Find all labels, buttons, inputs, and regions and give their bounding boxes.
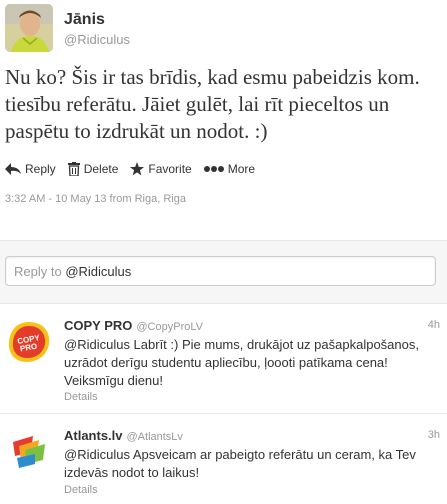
reply-time[interactable]: 3h xyxy=(428,429,440,441)
reply-mention: @Ridiculus xyxy=(65,264,132,279)
star-icon xyxy=(130,162,145,176)
reply-prefix: Reply to xyxy=(14,264,66,279)
reply-author[interactable]: Atlants.lv @AtlantsLv xyxy=(64,428,183,443)
reply-author[interactable]: COPY PRO @CopyProLV xyxy=(64,318,203,333)
delete-button[interactable]: Delete xyxy=(67,162,119,176)
author-name[interactable]: Jānis xyxy=(64,11,105,29)
more-icon xyxy=(203,166,224,172)
trash-icon xyxy=(67,162,80,176)
reply-author-handle[interactable]: @CopyProLV xyxy=(136,321,203,333)
more-label: More xyxy=(227,162,256,176)
tweet-timestamp[interactable]: 3:32 AM - 10 May 13 from Riga, Riga xyxy=(5,193,186,205)
author-avatar[interactable] xyxy=(5,4,53,52)
reply-details-link[interactable]: Details xyxy=(64,484,98,496)
reply-label: Reply xyxy=(25,162,56,176)
tweet-actions: Reply Delete Favorite More xyxy=(5,160,267,178)
favorite-button[interactable]: Favorite xyxy=(130,162,192,176)
reply-input[interactable]: Reply to @Ridiculus xyxy=(5,256,436,286)
more-button[interactable]: More xyxy=(203,162,256,176)
reply-text: @Ridiculus Apsveicam ar pabeigto referāt… xyxy=(64,447,416,480)
reply-author-name[interactable]: COPY PRO xyxy=(64,318,132,333)
divider xyxy=(0,413,447,414)
copypro-avatar[interactable]: COPY PRO xyxy=(5,318,53,366)
reply-time[interactable]: 4h xyxy=(428,319,440,331)
tweet-text: Nu ko? Šis ir tas brīdis, kad esmu pabei… xyxy=(5,65,420,143)
delete-label: Delete xyxy=(83,162,119,176)
reply-author-name[interactable]: Atlants.lv xyxy=(64,428,123,443)
reply-author-handle[interactable]: @AtlantsLv xyxy=(127,431,183,443)
favorite-label: Favorite xyxy=(148,162,192,176)
atlants-avatar[interactable] xyxy=(5,428,53,476)
reply-icon xyxy=(5,163,21,175)
reply-button[interactable]: Reply xyxy=(5,162,56,176)
author-handle[interactable]: @Ridiculus xyxy=(64,32,130,47)
reply-details-link[interactable]: Details xyxy=(64,391,98,403)
reply-text: @Ridiculus Labrīt :) Pie mums, drukājot … xyxy=(64,337,419,388)
divider xyxy=(0,303,447,304)
